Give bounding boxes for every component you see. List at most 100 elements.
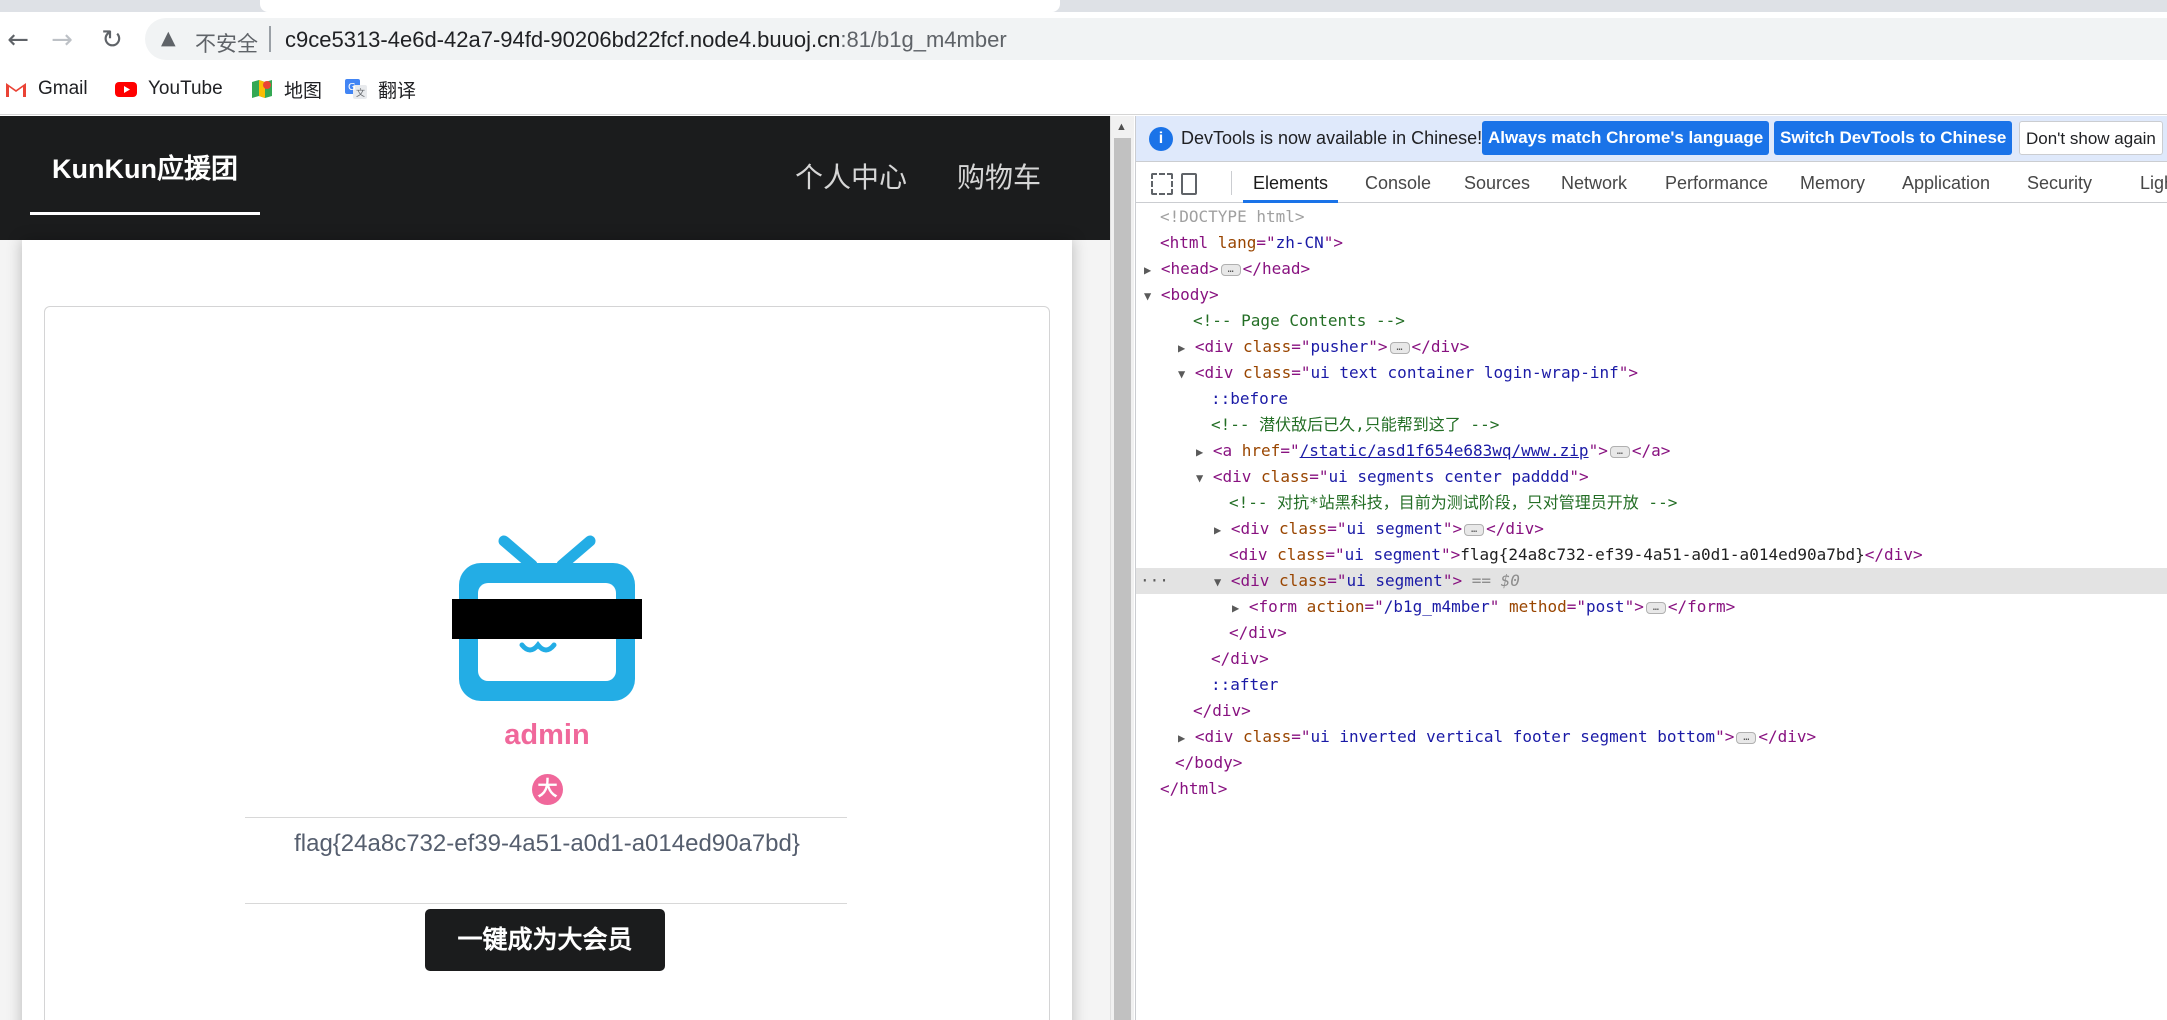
site-navbar: KunKun应援团 个人中心 购物车 — [0, 116, 1110, 240]
tab-network[interactable]: Network — [1561, 163, 1627, 203]
ellipsis-icon[interactable]: … — [1609, 445, 1630, 458]
flag-text: flag{24a8c732-ef39-4a51-a0d1-a014ed90a7b… — [294, 830, 800, 857]
expand-triangle-icon[interactable]: ▶ — [1178, 341, 1185, 355]
dom-node-head[interactable]: ▶ <head>… </head> — [1136, 256, 2167, 282]
expand-triangle-icon[interactable]: ▶ — [1232, 601, 1239, 615]
class-value: pusher — [1310, 337, 1369, 356]
security-label[interactable]: 不安全 — [195, 28, 258, 58]
nav-link-profile[interactable]: 个人中心 — [795, 156, 907, 196]
tab-lighthouse[interactable]: Ligh — [2140, 163, 2167, 203]
dom-node-login-wrap[interactable]: ▼ <div class="ui text container login-wr… — [1136, 360, 2167, 386]
ellipsis-icon[interactable]: … — [1645, 601, 1666, 614]
devtools-tab-bar: Elements Console Sources Network Perform… — [1136, 163, 2167, 203]
bookmark-maps[interactable]: 地图 — [250, 74, 322, 104]
more-options-icon[interactable]: ··· — [1140, 568, 1169, 594]
bookmark-label: 翻译 — [378, 80, 417, 102]
dom-node-comment[interactable]: <!-- Page Contents --> — [1136, 308, 2167, 334]
tab-security[interactable]: Security — [2027, 163, 2092, 203]
elements-dom-tree: <!DOCTYPE html> <html lang="zh-CN"> ▶ <h… — [1136, 204, 2167, 1020]
active-tab[interactable] — [260, 0, 1060, 12]
tab-strip — [0, 0, 2167, 12]
tab-elements[interactable]: Elements — [1243, 163, 1339, 203]
dom-node-close-div[interactable]: </div> — [1136, 698, 2167, 724]
always-match-language-button[interactable]: Always match Chrome's language — [1482, 121, 1770, 155]
scrollbar-thumb[interactable] — [1114, 138, 1131, 1020]
dom-node-close-div[interactable]: </div> — [1136, 620, 2167, 646]
class-value: ui segments center padddd — [1328, 467, 1570, 486]
bookmark-gmail[interactable]: Gmail — [4, 74, 88, 104]
dom-node-html[interactable]: <html lang="zh-CN"> — [1136, 230, 2167, 256]
tab-console[interactable]: Console — [1365, 163, 1431, 203]
ellipsis-icon[interactable]: … — [1220, 263, 1241, 276]
dom-node-segment[interactable]: ▶ <div class="ui segment">… </div> — [1136, 516, 2167, 542]
profile-segment: admin 大 flag{24a8c732-ef39-4a51-a0d1-a01… — [44, 306, 1050, 1020]
dom-node-close-body[interactable]: </body> — [1136, 750, 2167, 776]
ellipsis-icon[interactable]: … — [1736, 731, 1757, 744]
youtube-icon — [115, 82, 137, 97]
dom-node-segments[interactable]: ▼ <div class="ui segments center padddd"… — [1136, 464, 2167, 490]
browser-toolbar: ← → ↻ ▲ 不安全 c9ce5313-4e6d-42a7-94fd-9020… — [0, 12, 2167, 67]
collapse-triangle-icon[interactable]: ▼ — [1196, 471, 1203, 485]
ellipsis-icon[interactable]: … — [1389, 341, 1410, 354]
warning-icon: ▲ — [161, 27, 176, 49]
comment-text: <!-- 对抗*站黑科技，目前为测试阶段，只对管理员开放 --> — [1229, 493, 1678, 512]
back-arrow-icon[interactable]: ← — [4, 26, 32, 54]
pseudo-element-text: ::before — [1211, 389, 1289, 408]
expand-triangle-icon[interactable]: ▶ — [1144, 263, 1151, 277]
collapse-triangle-icon[interactable]: ▼ — [1144, 289, 1151, 303]
collapse-triangle-icon[interactable]: ▼ — [1178, 367, 1185, 381]
address-bar[interactable]: ▲ 不安全 c9ce5313-4e6d-42a7-94fd-90206bd22f… — [145, 18, 2167, 60]
switch-to-chinese-button[interactable]: Switch DevTools to Chinese — [1774, 121, 2013, 155]
tab-application[interactable]: Application — [1902, 163, 1990, 203]
dom-node-before[interactable]: ::before — [1136, 386, 2167, 412]
tab-performance[interactable]: Performance — [1665, 163, 1768, 203]
dom-node-footer[interactable]: ▶ <div class="ui inverted vertical foote… — [1136, 724, 2167, 750]
url-text[interactable]: c9ce5313-4e6d-42a7-94fd-90206bd22fcf.nod… — [285, 27, 1007, 53]
url-host: c9ce5313-4e6d-42a7-94fd-90206bd22fcf.nod… — [285, 27, 841, 52]
class-value: ui segment — [1346, 519, 1443, 538]
nav-link-cart[interactable]: 购物车 — [957, 156, 1041, 196]
bookmark-translate[interactable]: G文 翻译 — [344, 74, 416, 104]
expand-triangle-icon[interactable]: ▶ — [1178, 731, 1185, 745]
dom-node-zip-link[interactable]: ▶ <a href="/static/asd1f654e683wq/www.zi… — [1136, 438, 2167, 464]
device-toolbar-icon[interactable] — [1181, 173, 1197, 195]
info-icon: i — [1149, 127, 1173, 151]
dom-node-comment[interactable]: <!-- 对抗*站黑科技，目前为测试阶段，只对管理员开放 --> — [1136, 490, 2167, 516]
dont-show-again-button[interactable]: Don't show again — [2019, 121, 2163, 155]
bookmark-youtube[interactable]: YouTube — [114, 74, 223, 104]
tab-memory[interactable]: Memory — [1800, 163, 1865, 203]
dom-node-body[interactable]: ▼ <body> — [1136, 282, 2167, 308]
vip-badge-icon: 大 — [532, 774, 563, 805]
dom-node-close-html[interactable]: </html> — [1136, 776, 2167, 802]
profile-username: admin — [504, 719, 590, 751]
dom-node-form[interactable]: ▶ <form action="/b1g_m4mber" method="pos… — [1136, 594, 2167, 620]
dom-node-after[interactable]: ::after — [1136, 672, 2167, 698]
toolbar-divider — [1231, 171, 1232, 195]
become-vip-button[interactable]: 一键成为大会员 — [425, 909, 665, 971]
inspect-element-icon[interactable] — [1151, 173, 1173, 195]
bookmarks-bar: Gmail YouTube 地图 G文 翻译 — [0, 70, 2167, 110]
dom-node-close-div[interactable]: </div> — [1136, 646, 2167, 672]
tab-sources[interactable]: Sources — [1464, 163, 1530, 203]
site-brand-link[interactable]: KunKun应援团 — [30, 116, 260, 216]
selected-node-marker: == $0 — [1471, 571, 1520, 590]
reload-icon[interactable]: ↻ — [98, 26, 126, 54]
dom-node-comment[interactable]: <!-- 潜伏敌后已久,只能帮到这了 --> — [1136, 412, 2167, 438]
omnibox-divider — [269, 26, 271, 52]
active-nav-underline — [30, 212, 260, 215]
scroll-up-arrow-icon[interactable]: ▲ — [1116, 121, 1127, 133]
dom-node-pusher[interactable]: ▶ <div class="pusher">… </div> — [1136, 334, 2167, 360]
dom-node-selected-segment[interactable]: ··· ▼ <div class="ui segment"> == $0 — [1136, 568, 2167, 594]
page-scrollbar[interactable]: ▲ — [1110, 116, 1134, 1020]
redaction-bar — [452, 599, 642, 639]
collapse-triangle-icon[interactable]: ▼ — [1214, 575, 1221, 589]
expand-triangle-icon[interactable]: ▶ — [1196, 445, 1203, 459]
forward-arrow-icon[interactable]: → — [48, 26, 76, 54]
ellipsis-icon[interactable]: … — [1464, 523, 1485, 536]
dom-node-flag-segment[interactable]: <div class="ui segment">flag{24a8c732-ef… — [1136, 542, 2167, 568]
zip-href-link[interactable]: /static/asd1f654e683wq/www.zip — [1300, 441, 1589, 460]
dom-node-doctype[interactable]: <!DOCTYPE html> — [1136, 204, 2167, 230]
bookmark-label: 地图 — [284, 80, 323, 102]
comment-text: <!-- 潜伏敌后已久,只能帮到这了 --> — [1211, 415, 1500, 434]
expand-triangle-icon[interactable]: ▶ — [1214, 523, 1221, 537]
